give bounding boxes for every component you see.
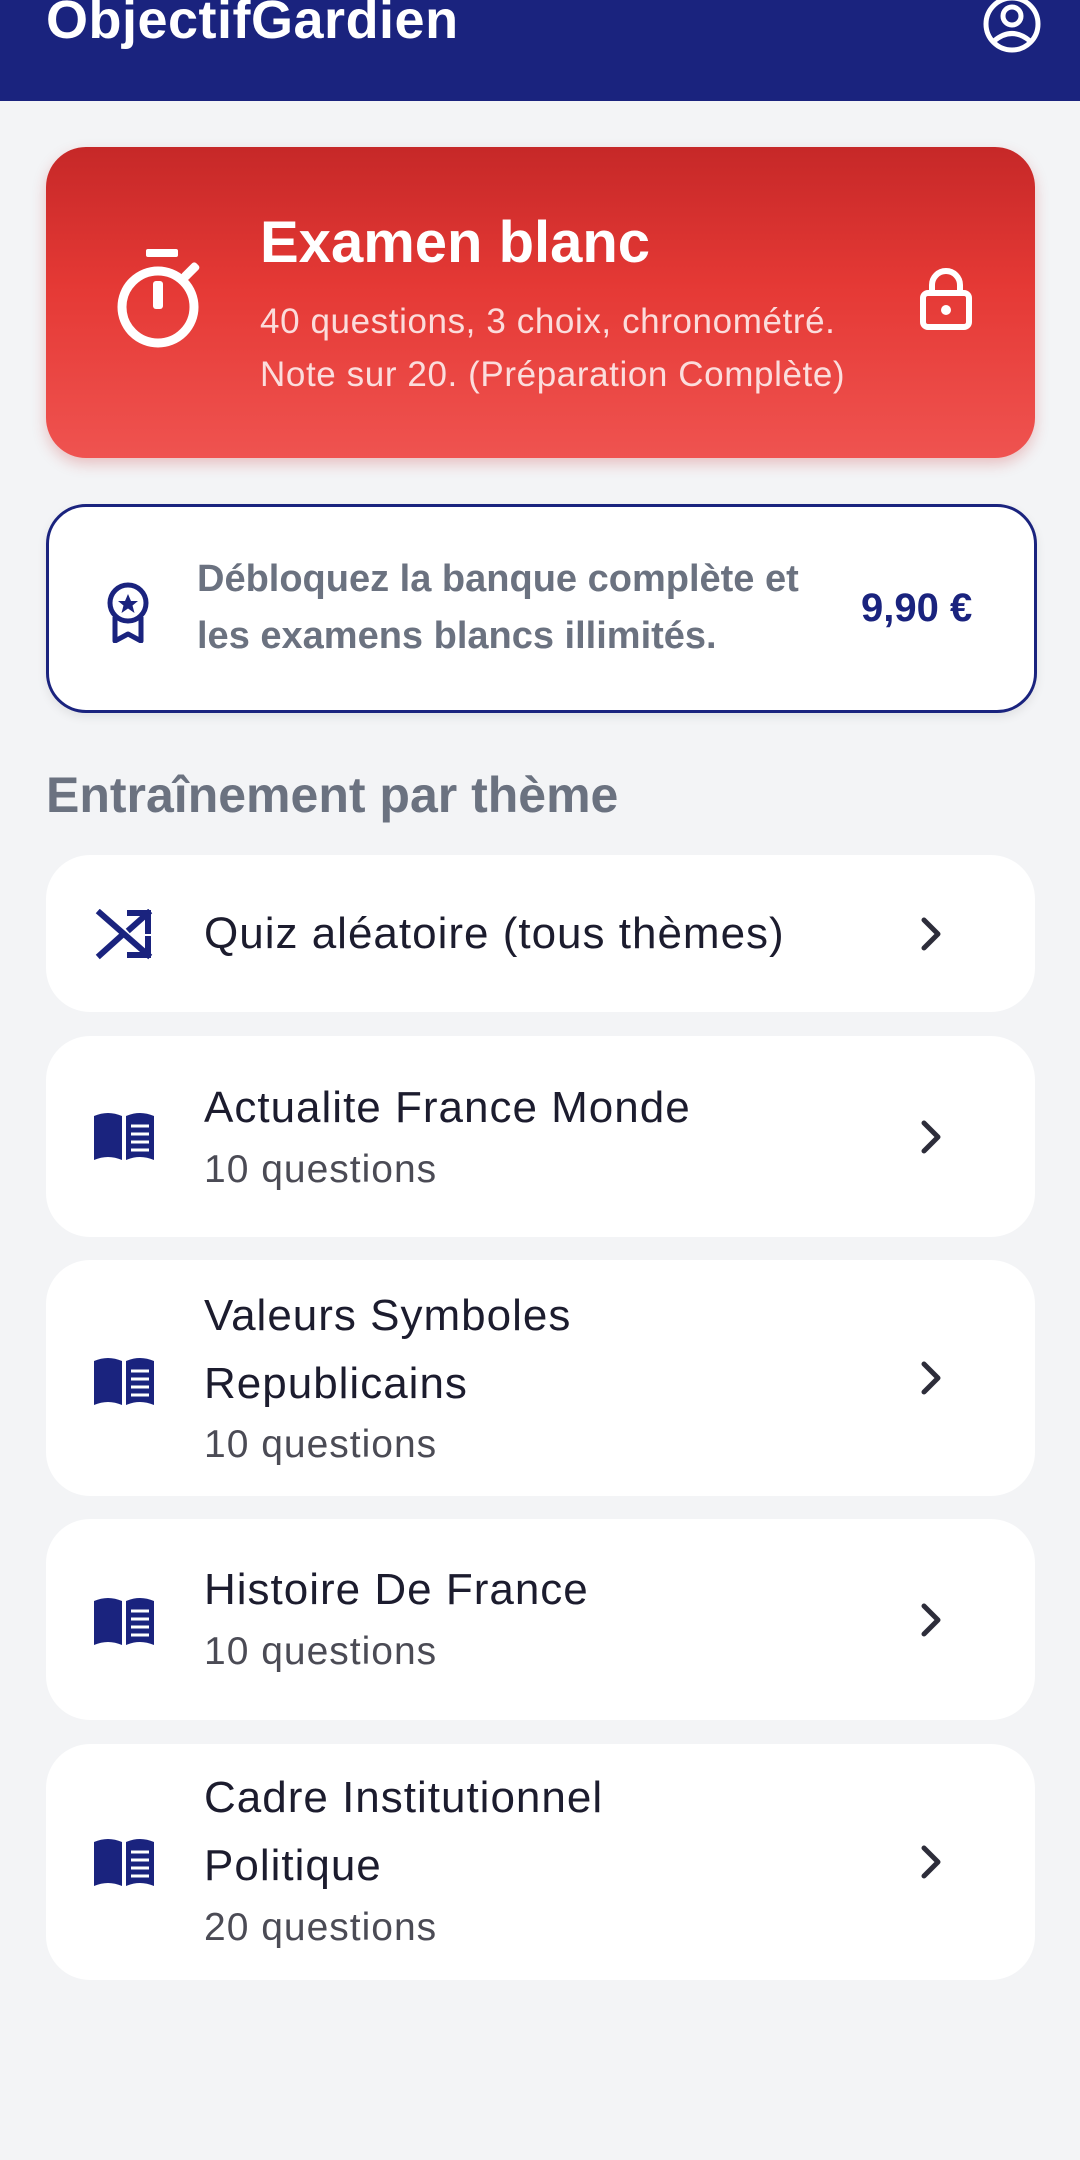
theme-item-cadre[interactable]: Cadre Institutionnel Politique 20 questi… <box>46 1744 1035 1980</box>
theme-title-line: Histoire De France <box>204 1565 589 1614</box>
theme-item-actualite[interactable]: Actualite France Monde 10 questions <box>46 1036 1035 1237</box>
exam-blanc-card[interactable]: Examen blanc 40 questions, 3 choix, chro… <box>46 147 1035 458</box>
theme-title: Histoire De France <box>204 1556 589 1624</box>
book-icon <box>94 1598 154 1645</box>
theme-item-histoire[interactable]: Histoire De France 10 questions <box>46 1519 1035 1720</box>
chevron-right-icon <box>921 1120 941 1154</box>
chevron-right-icon <box>921 1603 941 1637</box>
theme-title-line: Valeurs Symboles <box>204 1291 572 1340</box>
chevron-right-icon <box>921 1361 941 1395</box>
lock-icon <box>920 268 972 330</box>
theme-question-count: 10 questions <box>204 1630 438 1673</box>
theme-question-count: 10 questions <box>204 1423 438 1466</box>
theme-title: Valeurs Symboles Republicains <box>204 1282 571 1418</box>
account-circle-icon <box>983 0 1041 53</box>
chevron-right-icon <box>921 917 941 951</box>
exam-description: 40 questions, 3 choix, chronométré. Note… <box>260 295 940 401</box>
chevron-right-icon <box>921 1845 941 1879</box>
shuffle-icon <box>95 909 153 960</box>
app-bar: ObjectifGardien <box>0 0 1080 101</box>
promo-price: 9,90 € <box>861 586 973 630</box>
unlock-premium-card[interactable]: Débloquez la banque complète et les exam… <box>46 504 1037 713</box>
theme-question-count: 20 questions <box>204 1906 438 1949</box>
theme-item-valeurs[interactable]: Valeurs Symboles Republicains 10 questio… <box>46 1260 1035 1496</box>
promo-text: Débloquez la banque complète et les exam… <box>197 551 847 665</box>
theme-item-random-quiz[interactable]: Quiz aléatoire (tous thèmes) <box>46 855 1035 1012</box>
theme-title-line: Quiz aléatoire (tous thèmes) <box>204 909 785 958</box>
promo-line-1: Débloquez la banque complète et <box>197 558 799 600</box>
theme-title: Actualite France Monde <box>204 1074 691 1142</box>
theme-title: Cadre Institutionnel Politique <box>204 1764 603 1900</box>
theme-title-line: Republicains <box>204 1359 468 1408</box>
app-title: ObjectifGardien <box>46 0 459 50</box>
book-icon <box>94 1839 154 1886</box>
theme-title: Quiz aléatoire (tous thèmes) <box>204 900 785 968</box>
theme-title-line: Actualite France Monde <box>204 1083 691 1132</box>
exam-title: Examen blanc <box>260 210 651 275</box>
book-icon <box>94 1358 154 1405</box>
section-title: Entraînement par thème <box>46 767 619 823</box>
book-icon <box>94 1113 154 1160</box>
theme-title-line: Politique <box>204 1841 382 1890</box>
exam-desc-line-1: 40 questions, 3 choix, chronométré. <box>260 302 836 341</box>
exam-desc-line-2: Note sur 20. (Préparation Complète) <box>260 355 846 394</box>
medal-icon <box>107 582 149 643</box>
theme-title-line: Cadre Institutionnel <box>204 1773 604 1822</box>
theme-question-count: 10 questions <box>204 1148 438 1191</box>
timer-icon <box>117 249 200 348</box>
account-button[interactable] <box>980 0 1044 56</box>
promo-line-2: les examens blancs illimités. <box>197 615 717 657</box>
